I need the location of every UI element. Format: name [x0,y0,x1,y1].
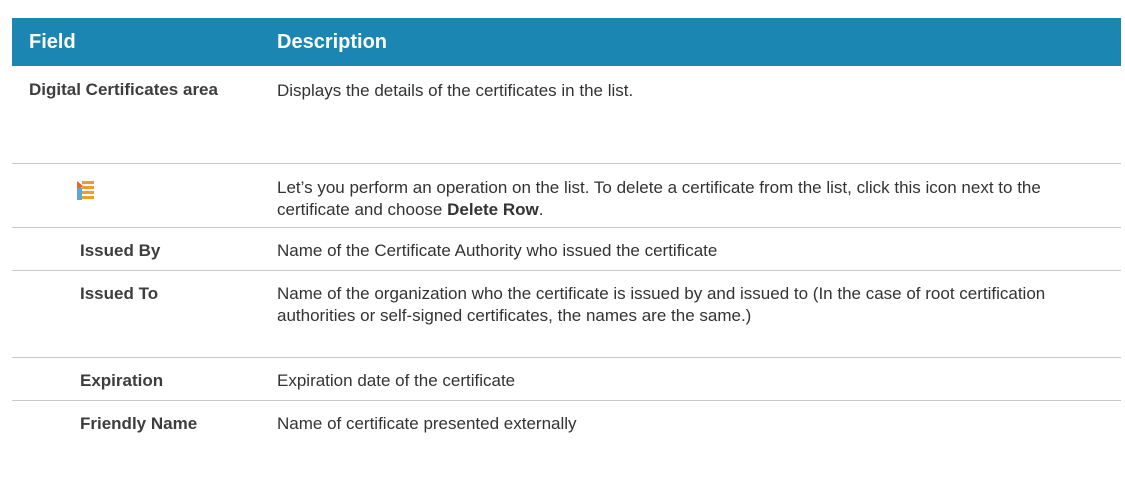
table-row: Issued To Name of the organization who t… [12,270,1121,358]
header-row: Field Description [12,18,1121,66]
table-row: Issued By Name of the Certificate Author… [12,227,1121,271]
field-cell-digital-certificates-area: Digital Certificates area [12,66,266,164]
description-period: . [538,200,544,219]
table-row: Digital Certificates area Displays the d… [12,66,1121,164]
menu-bar [82,181,94,184]
table-row: Friendly Name Name of certificate presen… [12,401,1121,444]
field-cell-issued-to: Issued To [12,270,266,358]
menu-bar [82,191,94,194]
description-cell: Name of certificate presented externally [277,414,577,433]
table-row: Let’s you perform an operation on the li… [12,163,1121,228]
description-cell: Name of the organization who the certifi… [266,270,1121,358]
table-body: Digital Certificates area Displays the d… [12,66,1121,443]
description-text: Let’s you perform an operation on the li… [277,178,1041,219]
description-cell: Let’s you perform an operation on the li… [266,163,1121,228]
field-cell-expiration: Expiration [12,357,266,401]
field-cell-issued-by: Issued By [12,227,266,271]
row-menu-icon [77,181,94,200]
menu-bar [82,186,94,189]
field-cell-friendly-name: Friendly Name [80,414,198,433]
table-header: Field Description [12,18,1121,66]
table-row: Expiration Expiration date of the certif… [12,357,1121,401]
description-cell: Displays the details of the certificates… [266,66,1121,164]
description-cell: Name of the Certificate Authority who is… [266,227,1121,271]
menu-bar [82,196,94,199]
description-cell: Expiration date of the certificate [266,357,1121,401]
field-column-header: Field [12,18,266,66]
field-cell-icon [12,163,266,228]
description-column-header: Description [266,18,1121,66]
delete-row-label: Delete Row [447,200,539,219]
field-description-table: Field Description Digital Certificates a… [12,18,1121,443]
